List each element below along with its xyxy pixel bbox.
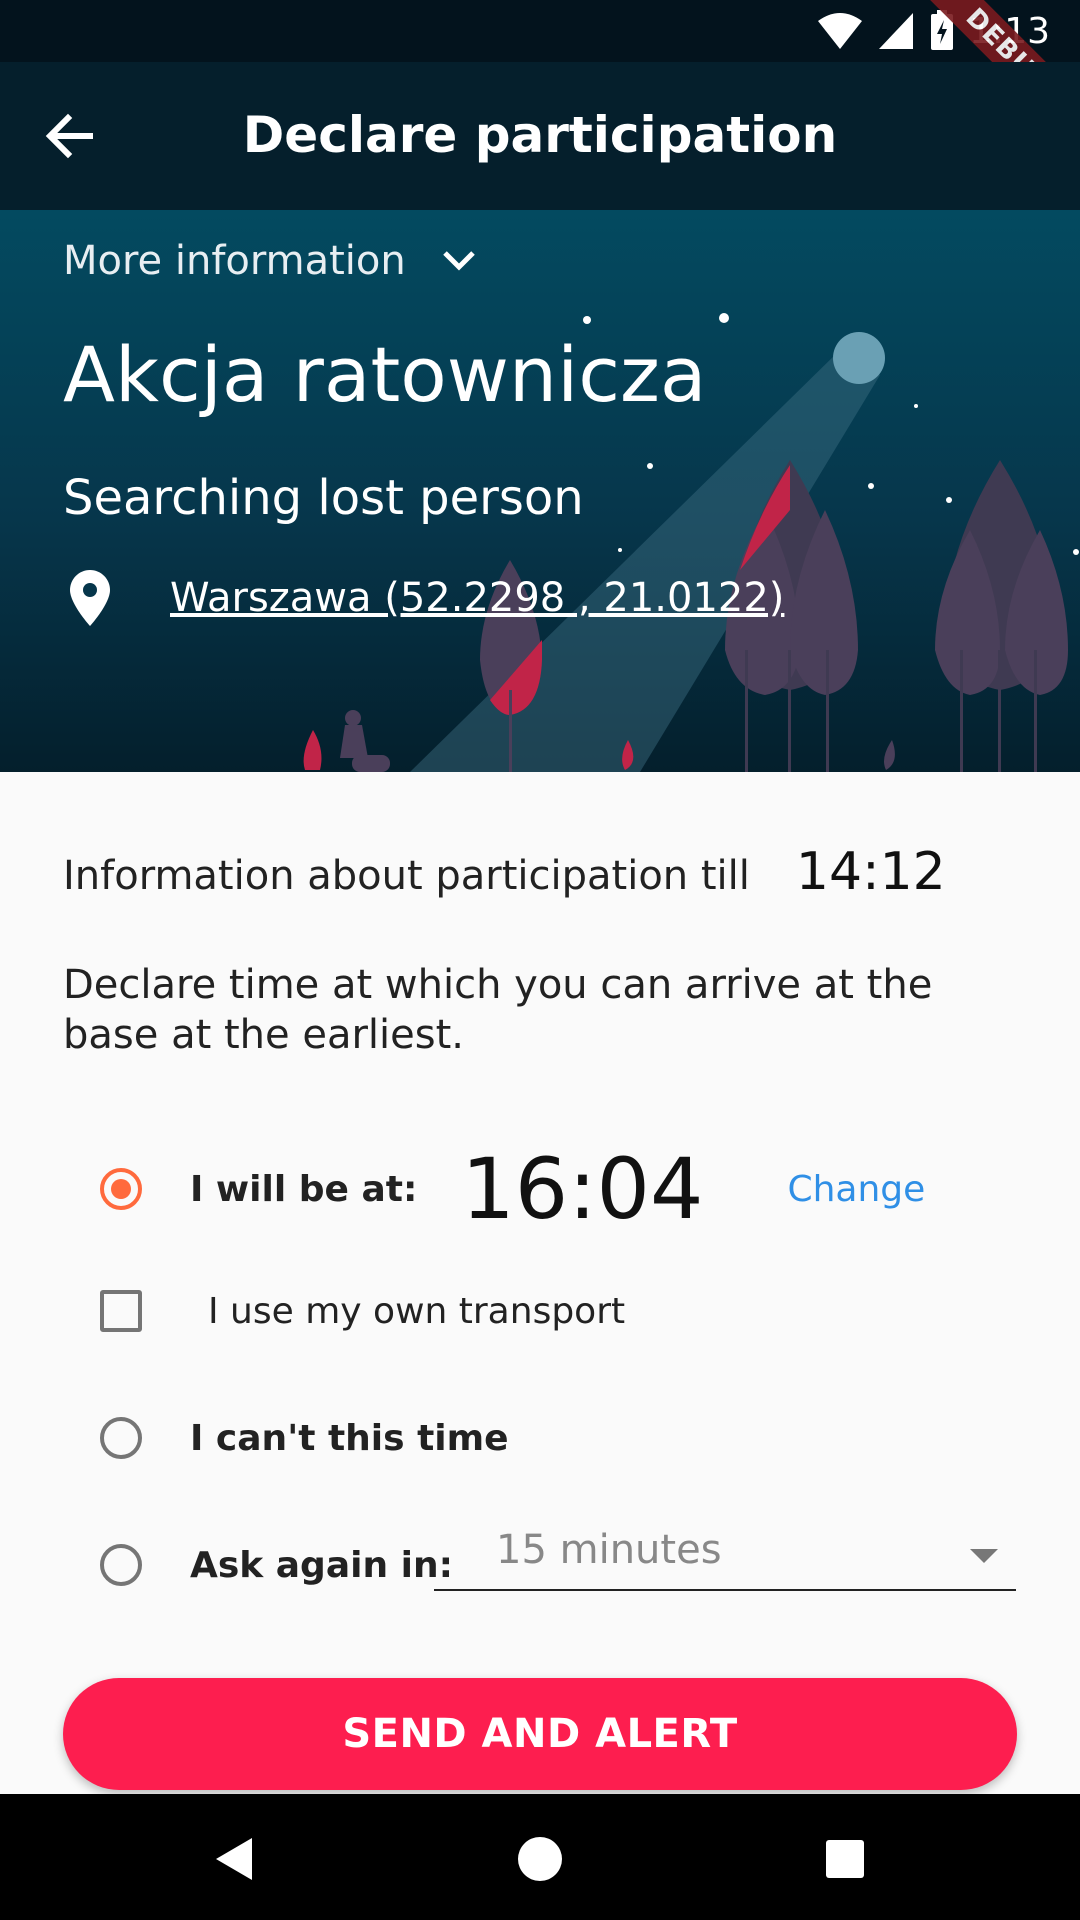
ask-again-radio[interactable] xyxy=(100,1544,142,1586)
dropdown-caret-icon xyxy=(970,1549,998,1563)
option-ask-again[interactable]: Ask again in: xyxy=(100,1544,453,1586)
app-bar: Declare participation xyxy=(0,62,1080,210)
ask-again-label: Ask again in: xyxy=(190,1544,453,1586)
more-information-label: More information xyxy=(63,238,406,284)
ask-again-dropdown[interactable]: 15 minutes xyxy=(434,1527,1016,1591)
action-subtitle: Searching lost person xyxy=(63,470,584,526)
nav-home-icon[interactable] xyxy=(515,1834,565,1884)
location-pin-icon xyxy=(70,570,110,626)
signal-icon xyxy=(879,13,914,49)
more-information-toggle[interactable]: More information xyxy=(63,238,476,284)
option-arrive[interactable]: I will be at: 16:04 Change xyxy=(100,1140,925,1238)
arrive-time: 16:04 xyxy=(461,1140,704,1238)
deadline-time: 14:12 xyxy=(795,842,946,902)
change-time-button[interactable]: Change xyxy=(787,1169,925,1210)
location-link[interactable]: Warszawa (52.2298 , 21.0122) xyxy=(170,575,784,621)
cant-radio[interactable] xyxy=(100,1417,142,1459)
nav-recents-icon[interactable] xyxy=(820,1834,870,1884)
arrive-label: I will be at: xyxy=(190,1168,418,1210)
ask-again-value: 15 minutes xyxy=(496,1527,722,1573)
send-and-alert-button[interactable]: SEND AND ALERT xyxy=(63,1678,1017,1790)
option-cant[interactable]: I can't this time xyxy=(100,1417,509,1459)
arrive-radio[interactable] xyxy=(100,1168,142,1210)
hero-banner: More information Akcja ratownicza Search… xyxy=(0,210,1080,772)
deadline-row: Information about participation till 14:… xyxy=(63,842,946,902)
cant-label: I can't this time xyxy=(190,1417,509,1459)
own-transport-checkbox[interactable] xyxy=(100,1290,142,1332)
own-transport-label: I use my own transport xyxy=(208,1290,626,1332)
chevron-down-icon xyxy=(442,251,475,271)
location-row: Warszawa (52.2298 , 21.0122) xyxy=(70,570,784,626)
page-title: Declare participation xyxy=(242,106,838,164)
deadline-label: Information about participation till xyxy=(63,853,750,899)
option-transport[interactable]: I use my own transport xyxy=(100,1290,625,1332)
wifi-icon xyxy=(818,13,863,49)
nav-back-icon[interactable] xyxy=(210,1834,260,1884)
action-title: Akcja ratownicza xyxy=(63,330,707,419)
status-bar: 1:13 DEBUG xyxy=(0,0,1080,157)
declare-instructions: Declare time at which you can arrive at … xyxy=(63,962,933,1058)
system-nav-bar xyxy=(0,1794,1080,1920)
